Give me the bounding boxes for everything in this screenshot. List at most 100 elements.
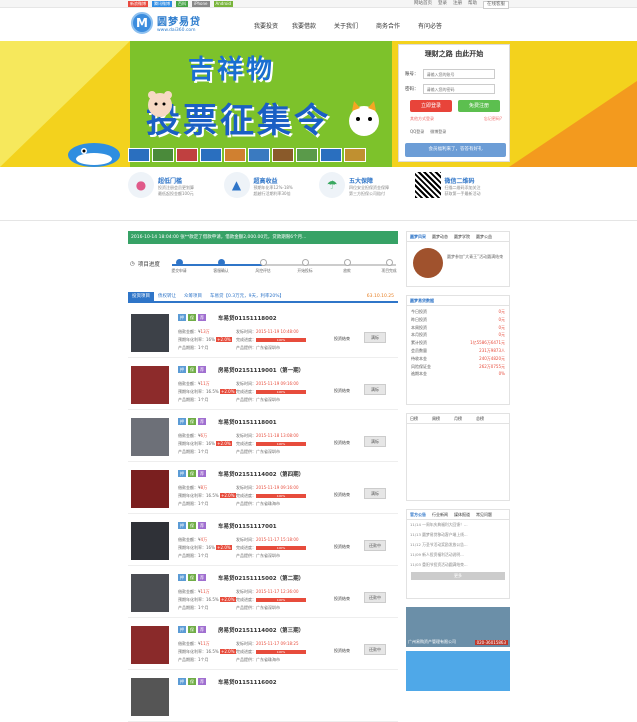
loan-name[interactable]: 房易贷02151114002（第三期） [218,626,304,634]
loan-name[interactable]: 车易贷01151117001 [218,522,277,530]
member-notice[interactable]: 会员福利来了，答答有好礼 [405,143,506,157]
badge-icon: 押 [178,522,186,529]
nav-invest[interactable]: 我要投资 [254,21,292,30]
badge-icon: 荐 [198,678,206,685]
loan-status: 投资结束 [334,492,350,497]
news-item[interactable]: 11/14 一周年庆典福利大回馈！... [407,520,509,530]
badge-icon: 保 [188,470,196,477]
news-box: 官方公告 行业新闻 媒体报道 常见问题 11/14 一周年庆典福利大回馈！...… [406,509,510,599]
badge-icon: 荐 [198,522,206,529]
progress-bar: 100% [256,598,306,602]
register-link[interactable]: 注册 [453,1,462,9]
login-link[interactable]: 登录 [438,1,447,9]
service-select[interactable]: 在线客服 [483,1,509,9]
news-item[interactable]: 11/13 圆梦易贷移动客户端上线... [407,530,509,540]
announcement-bar[interactable]: 2016-10-14 18:04:00 张**款定了借款申请，借款金额2,000… [128,231,398,244]
countdown: 63.10.10.25 [366,294,394,299]
logo[interactable]: M 圆梦易贷 www.dai360.com [131,12,201,34]
nav-about[interactable]: 关于我们 [334,21,376,30]
android-link[interactable]: Android [213,1,233,7]
filter-text[interactable]: 车易贷【0.3万元，9天，利率20%】 [206,292,288,301]
loan-thumbnail[interactable] [131,626,169,664]
loan-action-button[interactable]: 还款中 [364,644,386,655]
loan-item[interactable]: 押 保 荐 车易贷02151114002（第四期） 借款金额：¥8万 预期年化利… [128,462,398,514]
password-input[interactable] [422,84,495,94]
iphone-link[interactable]: iPhone [192,1,210,7]
loan-name[interactable]: 车易贷02151114002（第四期） [218,470,304,478]
loan-action-button[interactable]: 满标 [364,488,386,499]
loan-name[interactable]: 车易贷02151115002（第二期） [218,574,304,582]
top-bar: 新浪微博 腾讯微博 百科 iPhone Android 网站首页 登录 注册 帮… [0,0,637,9]
app-links: 新浪微博 腾讯微博 百科 iPhone Android [128,1,233,7]
home-link[interactable]: 网站首页 [414,1,432,9]
nav-faq[interactable]: 有问必答 [418,21,460,30]
help-link[interactable]: 帮助 [468,1,477,9]
banner[interactable]: 吉祥物 投票征集令 [0,41,637,167]
clock-icon: ◷ [130,261,135,267]
news-item[interactable]: 11/12 万圣节活动奖励发放公告... [407,540,509,550]
badge-icon: 保 [188,366,196,373]
username-input[interactable] [422,69,495,79]
loan-name[interactable]: 房易贷02151119001（第一期） [218,366,304,374]
qq-login-link[interactable]: QQ登录 [410,129,424,135]
news-item[interactable]: 11/03 重阳节投资活动圆满结束... [407,560,509,570]
password-label: 密码： [405,87,419,92]
ad-banner-2[interactable] [406,651,510,691]
loan-item[interactable]: 押 保 荐 房易贷02151119001（第一期） 借款金额：¥11万 预期年化… [128,358,398,410]
news-item[interactable]: 11/09 新人投资福利活动说明... [407,550,509,560]
loan-item[interactable]: 押 保 荐 车易贷01151118001 借款金额：¥6万 预期年化利率：16%… [128,410,398,462]
loan-item[interactable]: 押 保 荐 车易贷01151118002 借款金额：¥13万 预期年化利率：16… [128,306,398,358]
nav-borrow[interactable]: 我要借款 [292,21,334,30]
header: M 圆梦易贷 www.dai360.com 我要投资 我要借款 关于我们 商务合… [0,9,637,43]
ad-banner[interactable]: 广州易购资产管理有限公司 020-36015863 [406,607,510,647]
loan-thumbnail[interactable] [131,574,169,612]
tab-invest-projects[interactable]: 投资项目 [128,292,154,301]
weibo-login-link[interactable]: 微博登录 [430,129,446,135]
loan-name[interactable]: 车易贷01151116002 [218,678,277,686]
tencent-weibo-link[interactable]: 腾讯微博 [152,1,172,7]
loan-thumbnail[interactable] [131,314,169,352]
loan-thumbnail[interactable] [131,470,169,508]
qr-code-icon[interactable] [414,172,441,198]
tab-debt-transfer[interactable]: 债权转让 [154,292,180,301]
badge-icon: 押 [178,574,186,581]
login-button[interactable]: 立即登录 [410,100,452,112]
nav-business[interactable]: 商务合作 [376,21,418,30]
loan-name[interactable]: 车易贷01151118002 [218,314,277,322]
loan-list: 押 保 荐 车易贷01151118002 借款金额：¥13万 预期年化利率：16… [128,306,398,722]
tab-crowdfunding[interactable]: 众筹项目 [180,292,206,301]
feature-guarantee: ☂ 五大保障 四位安全担保资金保障 第三方担保公司赔付 [319,172,415,214]
loan-thumbnail[interactable] [131,678,169,716]
weibo-link[interactable]: 新浪微博 [128,1,148,7]
other-login-link[interactable]: 其他方式登录 [410,116,434,122]
forgot-password-link[interactable]: 忘记密码? [484,116,502,122]
loan-action-button[interactable]: 还款中 [364,540,386,551]
loan-thumbnail[interactable] [131,366,169,404]
stat-row: 逾期本金 0% [411,371,505,377]
loan-status: 投资结束 [334,544,350,549]
badge-icon: 荐 [198,314,206,321]
progress-step: 客服确认 [206,259,236,274]
loan-item[interactable]: 押 保 荐 车易贷01151117001 借款金额：¥4万 预期年化利率：16%… [128,514,398,566]
loan-name[interactable]: 车易贷01151118001 [218,418,277,426]
loan-action-button[interactable]: 满标 [364,436,386,447]
loan-item[interactable]: 押 保 荐 车易贷02151115002（第二期） 借款金额：¥11万 预期年化… [128,566,398,618]
register-button[interactable]: 免费注册 [458,100,500,112]
story-text[interactable]: 圆梦参加“大青王”活动圆满结束 [447,254,507,260]
login-panel: 理财之路 由此开始 账号： 密码： 立即登录 免费注册 其他方式登录 忘记密码?… [398,44,510,162]
loan-item[interactable]: 押 保 荐 车易贷01151116002 [128,670,398,722]
loan-action-button[interactable]: 满标 [364,332,386,343]
loan-item[interactable]: 押 保 荐 房易贷02151114002（第三期） 借款金额：¥11万 预期年化… [128,618,398,670]
baike-link[interactable]: 百科 [176,1,188,7]
loan-action-button[interactable]: 还款中 [364,592,386,603]
badge-icon: 保 [188,678,196,685]
loan-action-button[interactable]: 满标 [364,384,386,395]
stat-row: 今日投资 0元 [411,309,505,314]
bear-mascot-icon [148,91,172,117]
stats-box: 圆梦易贷数据 今日投资 0元 昨日投资 0元 本周投资 0元 本月投资 0元 累计投资 1亿558… [406,295,510,405]
progress-step: 提交申请 [164,259,194,274]
story-photo[interactable] [413,248,443,278]
loan-thumbnail[interactable] [131,418,169,456]
loan-thumbnail[interactable] [131,522,169,560]
more-button[interactable]: 更多 [411,572,505,580]
